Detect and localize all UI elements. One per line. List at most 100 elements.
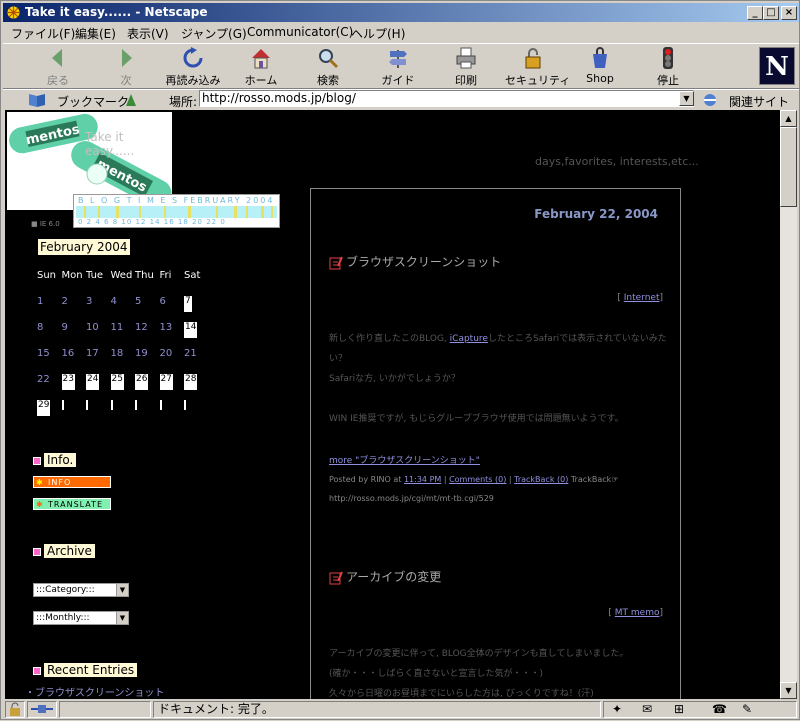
calendar-day — [184, 400, 186, 410]
calendar-weekday: Sat — [184, 270, 201, 281]
search-button[interactable]: 検索 — [313, 46, 343, 88]
site-title: Take it easy...... — [85, 130, 135, 158]
forward-button[interactable]: 次 — [111, 46, 141, 88]
menu-bar: ファイル(F) 編集(E) 表示(V) ジャンプ(G) Communicator… — [3, 23, 799, 41]
calendar-day[interactable]: 7 — [184, 296, 192, 312]
calendar-day[interactable]: 27 — [159, 374, 173, 390]
calendar-weekday: Tue — [86, 270, 104, 281]
calendar-day — [135, 400, 137, 410]
calendar-day[interactable]: 24 — [86, 374, 100, 390]
plus-icon — [33, 456, 41, 465]
calendar-day[interactable]: 26 — [135, 374, 149, 390]
bookmarks-button[interactable]: ブックマーク — [57, 93, 129, 110]
reload-button[interactable]: 再読み込み — [163, 46, 223, 88]
security-button[interactable]: セキュリティ — [505, 46, 570, 88]
scroll-down-button[interactable]: ▼ — [780, 682, 797, 699]
newsgroup-icon[interactable]: ⊞ — [674, 702, 684, 717]
page-viewport: mentos mentos Take it easy...... days,fa… — [5, 110, 780, 699]
shop-button[interactable]: Shop — [585, 46, 615, 88]
permalink[interactable]: 11:34 PM — [404, 475, 441, 484]
calendar-day: 10 — [86, 322, 99, 333]
trackback-link[interactable]: TrackBack (0) — [514, 475, 568, 484]
monthly-select[interactable]: :::Monthly::: ▼ — [33, 611, 129, 625]
url-dropdown-button[interactable]: ▼ — [679, 91, 694, 106]
netscape-throbber-logo[interactable]: N — [759, 47, 795, 85]
icapture-link[interactable]: iCapture — [450, 334, 488, 344]
lock-icon — [525, 48, 541, 69]
calendar-day[interactable]: 28 — [184, 374, 198, 390]
home-icon — [252, 49, 270, 69]
calendar-day — [61, 400, 64, 410]
calendar-day: 21 — [184, 348, 197, 359]
forward-icon — [122, 49, 132, 67]
menu-go[interactable]: ジャンプ(G) — [181, 25, 247, 42]
close-button[interactable]: × — [781, 6, 797, 20]
info-button[interactable]: ✱ INFO — [33, 476, 111, 488]
trackback-url: http://rosso.mods.jp/cgi/mt/mt-tb.cgi/52… — [329, 494, 494, 503]
recent-entry-link[interactable]: ・ブラウザスクリーンショット — [25, 684, 164, 699]
plus-icon — [33, 547, 41, 556]
component-bar: ✦ ✉ ⊞ ☎ ✎ — [603, 701, 797, 718]
info-button-icon: ✱ — [36, 478, 44, 487]
mail-icon[interactable]: ✉ — [642, 702, 652, 717]
archive-heading: Archive — [33, 543, 96, 559]
blogtimes-hours: 0 2 4 6 8 10 12 14 16 18 20 22 0 — [78, 218, 226, 226]
back-button[interactable]: 戻る — [41, 46, 75, 88]
category-link[interactable]: MT memo — [615, 608, 660, 618]
calendar-day: 6 — [159, 296, 166, 307]
minimize-button[interactable]: _ — [747, 6, 763, 20]
netscape-n-icon: N — [760, 48, 794, 84]
browser-window: Take it easy...... - Netscape _ □ × ファイル… — [0, 0, 800, 720]
stop-button[interactable]: 停止 — [653, 46, 683, 88]
translate-button[interactable]: ✱ TRANSLATE — [33, 498, 111, 510]
menu-file[interactable]: ファイル(F) — [11, 25, 75, 42]
location-label: 場所: — [169, 95, 198, 109]
calendar-day: 3 — [86, 296, 93, 307]
navigation-toolbar: 戻る 次 再読み込み ホーム 検索 ガイド 印刷 セキュリティ Shop 停止 — [3, 43, 799, 89]
related-sites-button[interactable]: 関連サイト — [729, 93, 789, 110]
comments-link[interactable]: Comments (0) — [449, 475, 506, 484]
menu-view[interactable]: 表示(V) — [127, 25, 169, 42]
scroll-thumb[interactable] — [780, 127, 797, 207]
post-body: アーカイブの変更に伴って, BLOG全体のデザインも直してしまいました。 (確か… — [329, 649, 629, 699]
category-link[interactable]: Internet — [624, 293, 660, 303]
page-proxy-icon[interactable] — [123, 92, 139, 108]
post-category: [ Internet] — [617, 293, 663, 303]
vertical-scrollbar[interactable]: ▲ ▼ — [780, 110, 797, 699]
menu-help[interactable]: ヘルプ(H) — [351, 25, 405, 42]
bookmarks-icon — [29, 94, 45, 107]
calendar-day[interactable]: 14 — [184, 322, 198, 338]
read-more-link[interactable]: more "ブラウザスクリーンショット" — [329, 453, 480, 466]
calendar-day[interactable]: 25 — [110, 374, 124, 390]
guide-button[interactable]: ガイド — [381, 46, 415, 88]
title-bar[interactable]: Take it easy...... - Netscape _ □ × — [3, 3, 799, 22]
print-button[interactable]: 印刷 — [451, 46, 481, 88]
shop-icon — [593, 47, 607, 68]
navigator-icon[interactable]: ✦ — [612, 702, 622, 717]
calendar-day: 19 — [135, 348, 148, 359]
security-lock-status[interactable] — [5, 701, 25, 718]
category-select[interactable]: :::Category::: ▼ — [33, 583, 129, 597]
calendar-day[interactable]: 29 — [37, 400, 51, 416]
composer-icon[interactable]: ✎ — [742, 702, 752, 717]
calendar-day: 15 — [37, 348, 50, 359]
calendar-day: 12 — [135, 322, 148, 333]
back-icon — [52, 49, 62, 67]
search-icon — [319, 49, 339, 69]
translate-button-icon: ✱ — [36, 500, 44, 509]
menu-edit[interactable]: 編集(E) — [75, 25, 116, 42]
calendar-day[interactable]: 23 — [61, 374, 75, 390]
url-input[interactable]: http://rosso.mods.jp/blog/ — [199, 90, 694, 107]
home-button[interactable]: ホーム — [243, 46, 279, 88]
calendar-day: 18 — [110, 348, 124, 359]
calendar-day: 20 — [159, 348, 173, 359]
chevron-down-icon: ▼ — [116, 584, 128, 596]
post-body: 新しく作り直したこのBLOG, iCaptureしたところSafariでは表示さ… — [329, 334, 667, 424]
address-book-icon[interactable]: ☎ — [712, 702, 727, 717]
stop-icon — [663, 47, 673, 69]
menu-communicator[interactable]: Communicator(C) — [247, 25, 353, 39]
connection-icon — [31, 705, 53, 713]
maximize-button[interactable]: □ — [763, 6, 779, 20]
calendar-weekday: Sun — [37, 270, 57, 281]
scroll-up-button[interactable]: ▲ — [780, 110, 797, 127]
